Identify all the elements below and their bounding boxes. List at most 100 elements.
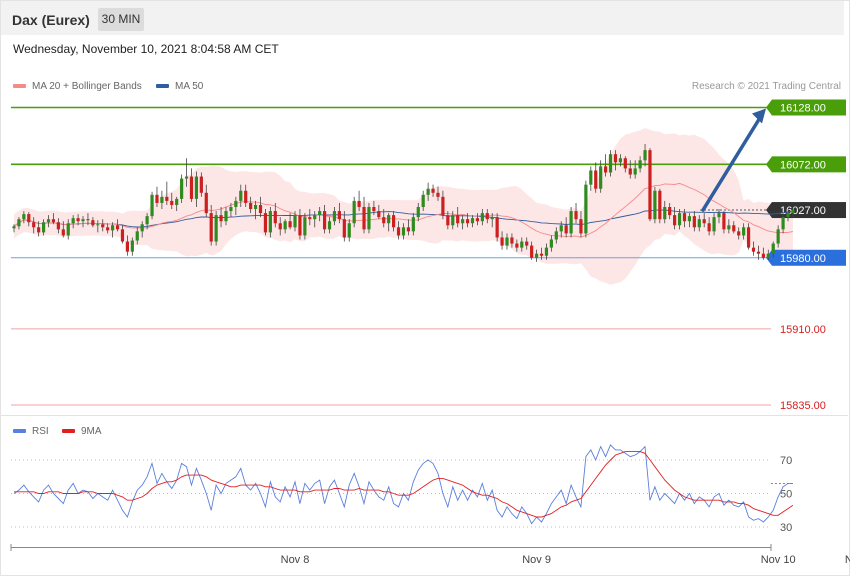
- candle-bear: [668, 207, 672, 216]
- candle-bear: [510, 237, 514, 244]
- candle-bull: [303, 217, 307, 236]
- candle-bear: [308, 217, 312, 220]
- candle-bear: [288, 221, 292, 228]
- candle-bear: [564, 225, 568, 234]
- level-label-16072.00: 16072.00: [780, 159, 826, 171]
- candle-bull: [71, 218, 75, 224]
- candle-bull: [554, 231, 558, 240]
- level-label-15980.00: 15980.00: [780, 253, 826, 265]
- candle-bear: [431, 188, 435, 193]
- candle-bull: [332, 211, 337, 222]
- candle-bull: [608, 154, 613, 173]
- candle-bull: [175, 198, 179, 205]
- candle-bull: [367, 207, 371, 230]
- candle-bear: [525, 241, 529, 246]
- rsi-line: [13, 444, 793, 525]
- candle-bear: [495, 217, 499, 238]
- candle-bull: [41, 222, 46, 233]
- candle-bull: [584, 184, 588, 234]
- candle-bear: [165, 196, 169, 201]
- rsi-tick-label: 30: [780, 522, 792, 534]
- candle-bear: [76, 218, 80, 222]
- candle-bear: [244, 190, 248, 203]
- level-label-15835.00: 15835.00: [780, 400, 826, 412]
- candle-bear: [658, 190, 662, 220]
- candle-bull: [426, 188, 430, 195]
- candle-bull: [66, 223, 70, 236]
- candle-bear: [702, 219, 706, 224]
- candle-bull: [184, 176, 189, 179]
- candle-bull: [599, 166, 603, 189]
- candle-bear: [396, 227, 401, 236]
- candle-bull: [145, 216, 149, 225]
- candle-bear: [732, 225, 736, 232]
- candle-bull: [470, 218, 475, 224]
- candle-bull: [717, 213, 721, 218]
- candle-bear: [56, 222, 60, 230]
- candle-bear: [515, 243, 519, 248]
- candle-bull: [727, 225, 731, 230]
- candle-bull: [697, 219, 701, 228]
- candle-bear: [594, 170, 598, 189]
- candle-bull: [214, 215, 218, 242]
- candle-bear: [446, 215, 450, 226]
- candle-bull: [318, 211, 322, 216]
- candle-bear: [613, 154, 618, 163]
- candle-bull: [643, 150, 647, 161]
- candle-bull: [313, 215, 317, 220]
- candle-bull: [22, 214, 26, 220]
- candle-bear: [465, 219, 470, 224]
- candle-bull: [411, 217, 415, 232]
- candle-bear: [406, 227, 410, 232]
- candle-bull: [534, 253, 539, 258]
- price-and-rsi-chart: 16128.0016072.0016027.0015980.0015910.00…: [1, 99, 850, 566]
- candle-bear: [86, 219, 90, 221]
- candle-bear: [441, 196, 445, 216]
- candle-bull: [416, 207, 420, 218]
- candle-bear: [258, 204, 263, 214]
- candle-bear: [204, 192, 208, 214]
- candle-bear: [692, 216, 696, 228]
- candle-bull: [589, 170, 593, 185]
- candle-bull: [786, 213, 790, 218]
- candle-bull: [559, 225, 563, 232]
- candle-bear: [199, 176, 203, 193]
- candle-bear: [604, 166, 608, 173]
- candle-bear: [170, 200, 174, 205]
- candle-bear: [91, 220, 95, 226]
- candle-bull: [150, 194, 154, 217]
- candle-bull: [544, 247, 549, 256]
- candle-bear: [737, 231, 741, 236]
- x-tick-label: Nov 9: [522, 554, 551, 566]
- level-label-15910.00: 15910.00: [780, 324, 826, 336]
- candle-bull: [505, 237, 509, 246]
- candle-bear: [539, 253, 544, 256]
- candle-bull: [130, 240, 134, 252]
- candle-bear: [278, 223, 282, 230]
- candle-bull: [712, 217, 716, 232]
- candle-bear: [500, 237, 504, 246]
- candle-bull: [352, 200, 356, 224]
- candle-bear: [357, 200, 361, 208]
- level-label-16128.00: 16128.00: [780, 103, 826, 115]
- candle-bull: [638, 160, 642, 169]
- candle-bear: [372, 207, 376, 212]
- candle-bear: [298, 215, 302, 236]
- candle-bull: [253, 204, 258, 210]
- candle-bear: [436, 192, 440, 197]
- candle-bull: [81, 219, 85, 222]
- candle-bear: [362, 207, 366, 230]
- candle-bear: [746, 227, 751, 248]
- candle-bear: [751, 247, 756, 252]
- rsi-tick-label: 70: [780, 455, 792, 467]
- candle-bear: [623, 158, 627, 169]
- candle-bull: [401, 227, 406, 236]
- x-tick-label: Nov 11: [845, 554, 850, 566]
- candle-bull: [194, 176, 199, 199]
- candle-bull: [239, 190, 243, 201]
- candle-bear: [120, 229, 125, 242]
- candle-bear: [673, 215, 677, 226]
- candle-bear: [475, 218, 480, 222]
- level-tag-pointer: [766, 156, 772, 173]
- candle-bear: [485, 213, 489, 220]
